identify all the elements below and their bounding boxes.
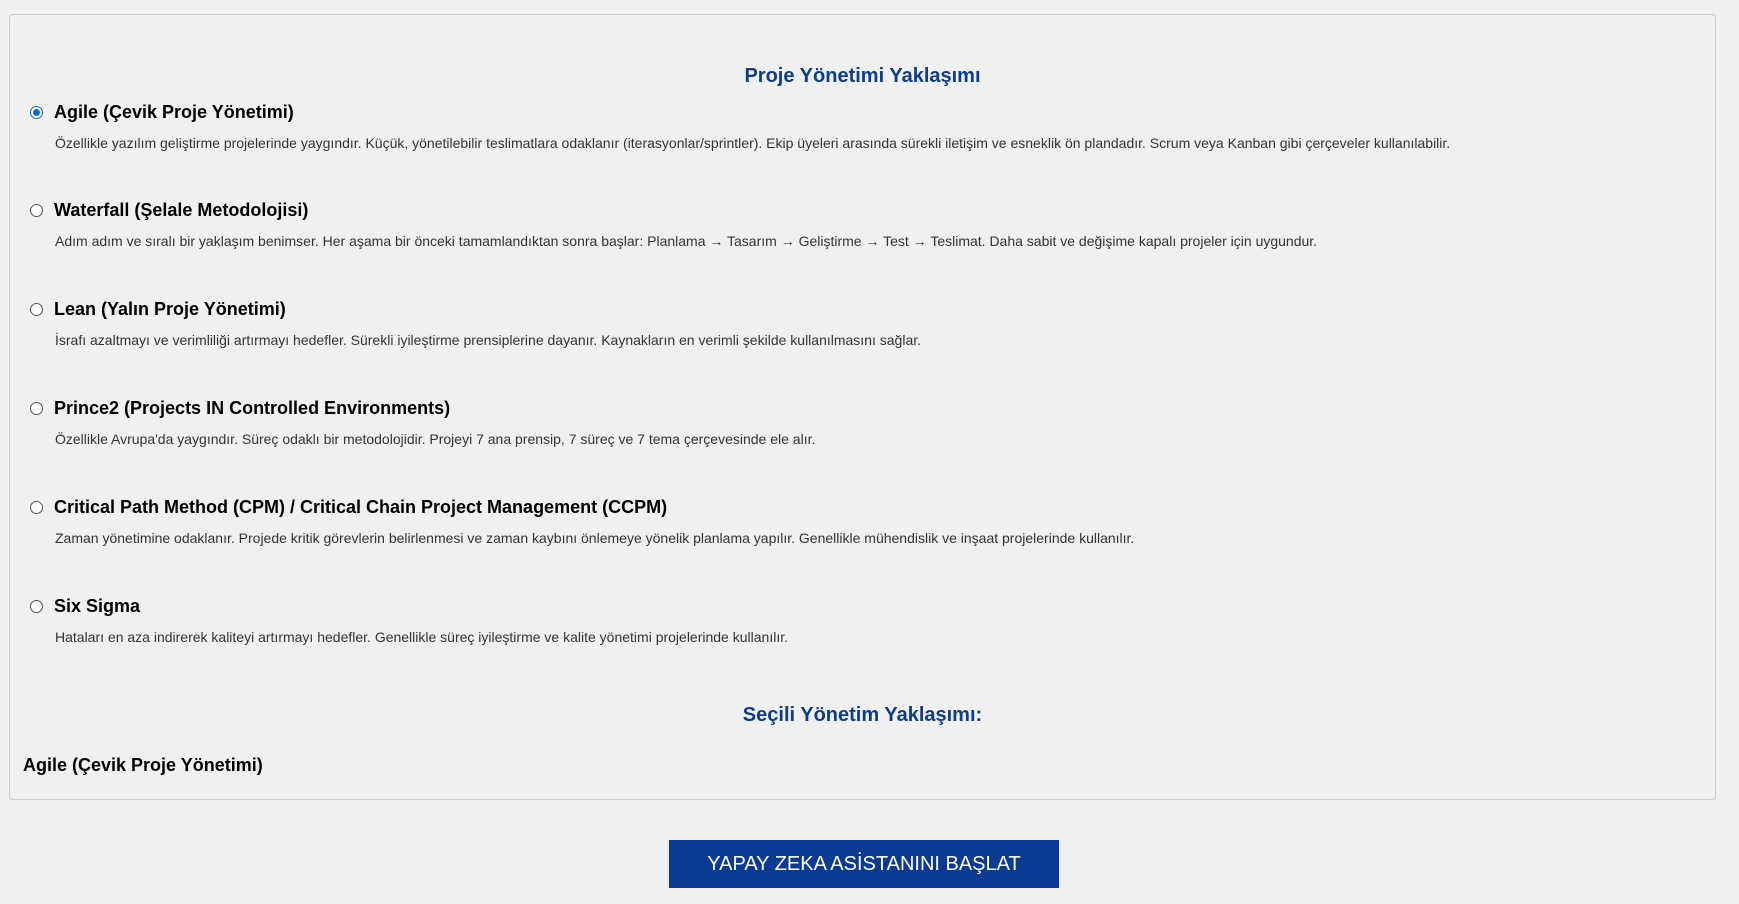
option-desc-lean: İsrafı azaltmayı ve verimliliği artırmay… xyxy=(55,332,922,348)
option-label-six-sigma[interactable]: Six Sigma xyxy=(54,596,140,617)
option-lean[interactable]: Lean (Yalın Proje Yönetimi) İsrafı azalt… xyxy=(30,296,1690,348)
option-prince2[interactable]: Prince2 (Projects IN Controlled Environm… xyxy=(30,395,1690,447)
option-label-waterfall[interactable]: Waterfall (Şelale Metodolojisi) xyxy=(54,200,308,221)
radio-prince2[interactable] xyxy=(30,401,43,415)
approach-title: Proje Yönetimi Yaklaşımı xyxy=(744,65,981,87)
option-six-sigma[interactable]: Six Sigma Hataları en aza indirerek kali… xyxy=(30,593,1690,645)
option-label-cpm[interactable]: Critical Path Method (CPM) / Critical Ch… xyxy=(54,497,667,518)
radio-cpm[interactable] xyxy=(30,500,43,514)
start-ai-assistant-button[interactable]: YAPAY ZEKA ASİSTANINI BAŞLAT xyxy=(669,840,1059,888)
option-agile[interactable]: Agile (Çevik Proje Yönetimi) Özellikle y… xyxy=(30,99,1690,151)
radio-agile[interactable] xyxy=(30,105,43,119)
option-cpm[interactable]: Critical Path Method (CPM) / Critical Ch… xyxy=(30,494,1690,546)
option-label-prince2[interactable]: Prince2 (Projects IN Controlled Environm… xyxy=(54,398,450,419)
option-label-lean[interactable]: Lean (Yalın Proje Yönetimi) xyxy=(54,299,286,320)
option-desc-prince2: Özellikle Avrupa'da yaygındır. Süreç oda… xyxy=(55,431,816,447)
option-desc-six-sigma: Hataları en aza indirerek kaliteyi artır… xyxy=(55,629,788,645)
option-label-agile[interactable]: Agile (Çevik Proje Yönetimi) xyxy=(54,102,294,123)
option-desc-waterfall: Adım adım ve sıralı bir yaklaşım benimse… xyxy=(55,233,1318,249)
selected-value: Agile (Çevik Proje Yönetimi) xyxy=(23,755,263,775)
option-desc-agile: Özellikle yazılım geliştirme projelerind… xyxy=(55,135,1451,151)
radio-lean[interactable] xyxy=(30,302,43,316)
selected-title: Seçili Yönetim Yaklaşımı: xyxy=(742,704,983,726)
radio-six-sigma[interactable] xyxy=(30,599,43,613)
option-desc-cpm: Zaman yönetimine odaklanır. Projede krit… xyxy=(55,530,1135,546)
radio-waterfall[interactable] xyxy=(30,203,43,217)
approach-panel: Proje Yönetimi Yaklaşımı Agile (Çevik Pr… xyxy=(9,14,1716,800)
option-waterfall[interactable]: Waterfall (Şelale Metodolojisi) Adım adı… xyxy=(30,197,1690,249)
